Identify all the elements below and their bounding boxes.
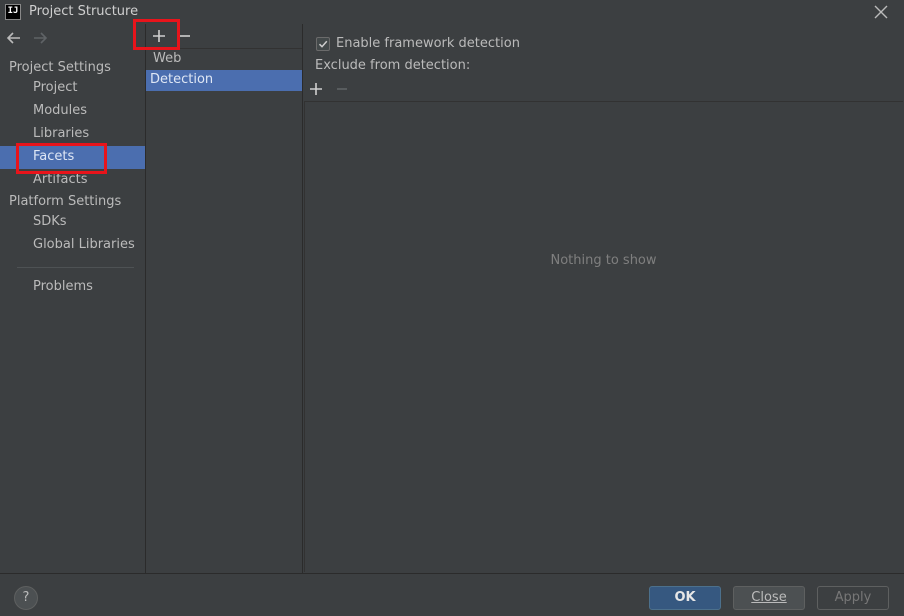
nav-item-sdks[interactable]: SDKs <box>0 211 145 234</box>
nav-item-problems[interactable]: Problems <box>0 276 145 299</box>
empty-list-text: Nothing to show <box>550 253 657 268</box>
window-title: Project Structure <box>29 4 139 19</box>
project-settings-header: Project Settings <box>9 60 111 75</box>
forward-arrow-icon <box>31 30 49 46</box>
enable-detection-checkbox[interactable] <box>316 37 330 51</box>
nav-item-project[interactable]: Project <box>0 77 145 100</box>
facet-item-web[interactable]: Web <box>146 49 302 70</box>
platform-settings-header: Platform Settings <box>9 194 122 209</box>
apply-button[interactable]: Apply <box>817 586 889 610</box>
exclusion-list[interactable] <box>304 101 903 572</box>
add-exclusion-button[interactable] <box>307 80 325 98</box>
nav-item-artifacts[interactable]: Artifacts <box>0 169 145 192</box>
remove-exclusion-button <box>333 80 351 98</box>
back-arrow-icon[interactable] <box>5 30 23 46</box>
nav-item-facets[interactable]: Facets <box>0 146 145 169</box>
nav-item-libraries[interactable]: Libraries <box>0 123 145 146</box>
nav-item-modules[interactable]: Modules <box>0 100 145 123</box>
nav-item-global-libraries[interactable]: Global Libraries <box>0 234 145 257</box>
facet-item-detection[interactable]: Detection <box>146 70 302 91</box>
facets-list-panel <box>146 24 302 573</box>
ok-button[interactable]: OK <box>649 586 721 610</box>
app-icon: IJ <box>5 4 21 20</box>
exclude-label: Exclude from detection: <box>315 58 471 73</box>
add-facet-button[interactable] <box>150 27 168 45</box>
enable-detection-label[interactable]: Enable framework detection <box>336 36 520 51</box>
help-button[interactable]: ? <box>14 586 38 610</box>
close-window-icon[interactable] <box>872 3 890 21</box>
nav-divider <box>17 267 134 268</box>
remove-facet-button[interactable] <box>176 27 194 45</box>
close-button[interactable]: Close <box>733 586 805 610</box>
